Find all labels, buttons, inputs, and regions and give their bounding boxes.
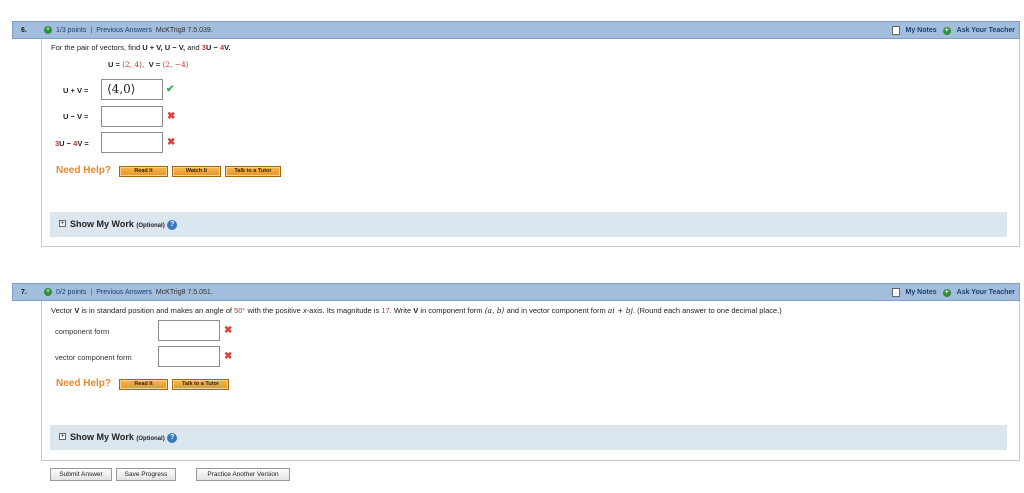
question-6-header: 6. + 1/3 points | Previous Answers McKTr… bbox=[12, 21, 1020, 39]
question-7-prompt: Vector V is in standard position and mak… bbox=[51, 306, 782, 315]
ask-teacher-icon[interactable]: + bbox=[942, 26, 951, 35]
cross-icon: ✖ bbox=[167, 111, 176, 122]
show-my-work-label[interactable]: Show My Work bbox=[70, 219, 134, 229]
notes-checkbox[interactable] bbox=[891, 288, 900, 297]
previous-answers-link[interactable]: Previous Answers bbox=[96, 27, 152, 34]
prompt-magnitude: 17 bbox=[381, 306, 390, 315]
ask-teacher-icon[interactable]: + bbox=[942, 288, 951, 297]
optional-label: (Optional) bbox=[136, 436, 165, 442]
prompt-text: . Write bbox=[389, 306, 414, 315]
u-plus-v-input[interactable]: ⟨4,0⟩ bbox=[101, 79, 163, 100]
my-notes-link[interactable]: My Notes bbox=[906, 27, 937, 34]
row-mid: U − bbox=[59, 139, 74, 148]
cross-icon: ✖ bbox=[167, 137, 176, 148]
prompt-v: V. bbox=[224, 43, 231, 52]
vector-component-form-input[interactable] bbox=[158, 346, 220, 367]
prompt-text: is in standard position and makes an ang… bbox=[79, 306, 235, 315]
3u-minus-4v-label: 3U − 4V = bbox=[55, 139, 89, 148]
optional-label: (Optional) bbox=[136, 223, 165, 229]
prompt-ai-bj: ai + bj bbox=[607, 306, 633, 315]
given-v-label: V = bbox=[148, 60, 163, 69]
save-progress-button[interactable]: Save Progress bbox=[116, 468, 176, 481]
previous-answers-link[interactable]: Previous Answers bbox=[96, 289, 152, 296]
show-my-work-bar[interactable]: + Show My Work (Optional) ? bbox=[50, 425, 1007, 450]
practice-another-version-button[interactable]: Practice Another Version bbox=[196, 468, 290, 481]
show-my-work-label[interactable]: Show My Work bbox=[70, 432, 134, 442]
prompt-text: and in vector component form bbox=[504, 306, 608, 315]
row-tail: V = bbox=[77, 139, 89, 148]
ask-teacher-link[interactable]: Ask Your Teacher bbox=[957, 27, 1015, 34]
submit-answer-button[interactable]: Submit Answer bbox=[50, 468, 112, 481]
help-icon[interactable]: ? bbox=[167, 219, 178, 230]
question-number: 7. bbox=[21, 289, 27, 296]
prompt-angle: 50° bbox=[234, 306, 246, 315]
show-my-work-bar[interactable]: + Show My Work (Optional) ? bbox=[50, 212, 1007, 237]
prompt-minus: − bbox=[211, 43, 220, 52]
component-form-label: component form bbox=[55, 327, 110, 336]
watch-it-button[interactable]: Watch It bbox=[172, 166, 221, 177]
prompt-text: . (Round each answer to one decimal plac… bbox=[632, 306, 782, 315]
prompt-and: and bbox=[185, 43, 202, 52]
my-notes-link[interactable]: My Notes bbox=[906, 289, 937, 296]
prompt-prefix: For the pair of vectors, find bbox=[51, 43, 143, 52]
cross-icon: ✖ bbox=[224, 325, 233, 336]
given-u-label: U = bbox=[108, 60, 122, 69]
u-plus-v-label: U + V = bbox=[63, 86, 89, 95]
cross-icon: ✖ bbox=[224, 351, 233, 362]
u-minus-v-label: U − V = bbox=[63, 112, 89, 121]
question-source: McKTrig8 7.5.051. bbox=[155, 288, 213, 296]
talk-to-tutor-button[interactable]: Talk to a Tutor bbox=[225, 166, 281, 177]
question-source: McKTrig8 7.5.039. bbox=[155, 26, 213, 34]
prompt-text: -axis. Its magnitude is bbox=[306, 306, 382, 315]
need-help-label: Need Help? bbox=[56, 378, 112, 389]
separator: | bbox=[90, 288, 93, 296]
given-u-value: ⟨2, 4⟩, bbox=[121, 60, 145, 69]
expand-points-icon[interactable]: + bbox=[44, 26, 52, 34]
points-label[interactable]: 0/2 points bbox=[56, 289, 86, 296]
prompt-ab: ⟨a, b⟩ bbox=[484, 306, 505, 315]
help-icon[interactable]: ? bbox=[167, 432, 178, 443]
expand-points-icon[interactable]: + bbox=[44, 288, 52, 296]
expand-icon[interactable]: + bbox=[59, 220, 66, 227]
read-it-button[interactable]: Read It bbox=[119, 166, 168, 177]
prompt-text: in component form bbox=[418, 306, 485, 315]
need-help-label: Need Help? bbox=[56, 165, 112, 176]
read-it-button[interactable]: Read It bbox=[119, 379, 168, 390]
prompt-text: with the positive bbox=[245, 306, 303, 315]
vector-component-form-label: vector component form bbox=[55, 353, 132, 362]
separator: | bbox=[90, 26, 93, 34]
talk-to-tutor-button[interactable]: Talk to a Tutor bbox=[172, 379, 229, 390]
question-7-header: 7. + 0/2 points | Previous Answers McKTr… bbox=[12, 283, 1020, 301]
given-vectors: U = ⟨2, 4⟩, V = ⟨2, −4⟩ bbox=[108, 60, 189, 69]
notes-checkbox[interactable] bbox=[891, 26, 900, 35]
component-form-input[interactable] bbox=[158, 320, 220, 341]
prompt-expressions: U + V, U − V, bbox=[142, 43, 186, 52]
ask-teacher-link[interactable]: Ask Your Teacher bbox=[957, 289, 1015, 296]
points-label[interactable]: 1/3 points bbox=[56, 27, 86, 34]
question-6-prompt: For the pair of vectors, find U + V, U −… bbox=[51, 43, 231, 52]
u-minus-v-input[interactable] bbox=[101, 106, 163, 127]
given-v-value: ⟨2, −4⟩ bbox=[162, 60, 189, 69]
question-number: 6. bbox=[21, 27, 27, 34]
3u-minus-4v-input[interactable] bbox=[101, 132, 163, 153]
checkmark-icon: ✔ bbox=[166, 84, 175, 95]
prompt-text: Vector bbox=[51, 306, 75, 315]
expand-icon[interactable]: + bbox=[59, 433, 66, 440]
